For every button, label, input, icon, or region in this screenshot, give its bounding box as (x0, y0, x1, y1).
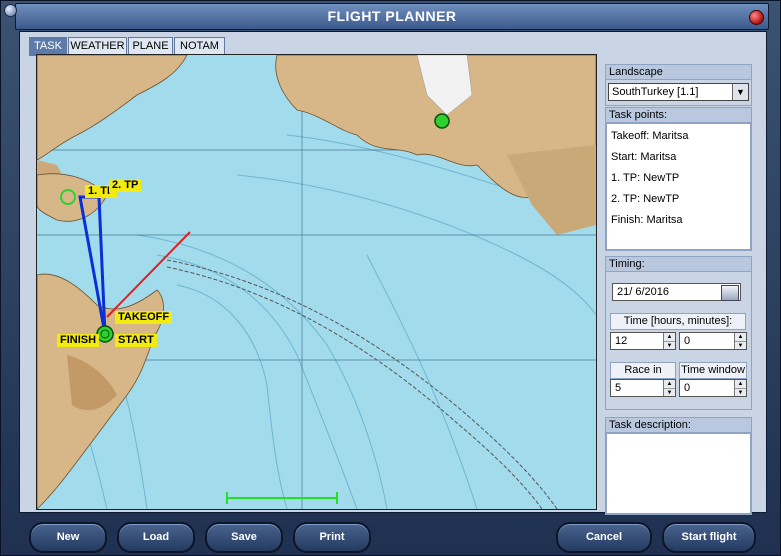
new-button[interactable]: New (29, 522, 107, 553)
calendar-dropdown-button[interactable] (721, 285, 739, 301)
spin-down-icon[interactable]: ▼ (735, 388, 746, 396)
minutes-spin-buttons[interactable]: ▲ ▼ (734, 333, 746, 349)
start-label: START (115, 334, 157, 347)
hours-spin-buttons[interactable]: ▲ ▼ (663, 333, 675, 349)
task-panel: TASK WEATHER PLANE NOTAM TAKEOFF FINISH … (19, 31, 767, 515)
landscape-group: Landscape SouthTurkey [1.1] ▼ (605, 64, 752, 106)
save-button[interactable]: Save (205, 522, 283, 553)
spin-up-icon[interactable]: ▲ (664, 380, 675, 388)
minutes-value: 0 (684, 335, 691, 347)
spin-down-icon[interactable]: ▼ (664, 341, 675, 349)
tp2-label: 2. TP (109, 179, 142, 192)
chevron-down-icon[interactable]: ▼ (732, 84, 748, 100)
list-item[interactable]: 1. TP: NewTP (611, 172, 679, 184)
finish-label: FINISH (57, 334, 100, 347)
task-points-header: Task points: (606, 108, 751, 123)
task-description-group: Task description: (605, 417, 752, 515)
race-in-label: Race in (610, 362, 676, 379)
landscape-select-value: SouthTurkey [1.1] (612, 86, 699, 98)
tab-weather[interactable]: WEATHER (68, 37, 127, 55)
landscape-select[interactable]: SouthTurkey [1.1] ▼ (608, 83, 749, 101)
race-in-stepper[interactable]: 5 ▲ ▼ (610, 379, 676, 397)
date-field[interactable]: 21/ 6/2016 (612, 283, 741, 301)
landscape-header-label: Landscape (609, 66, 663, 78)
title-bar[interactable]: FLIGHT PLANNER (15, 3, 769, 30)
task-description-textarea[interactable] (606, 433, 751, 514)
race-in-value: 5 (615, 382, 622, 394)
cancel-button[interactable]: Cancel (556, 522, 652, 553)
task-description-header: Task description: (606, 418, 751, 433)
time-window-label: Time window (679, 362, 747, 379)
task-description-header-label: Task description: (609, 419, 691, 431)
time-label: Time [hours, minutes]: (610, 313, 746, 330)
spin-up-icon[interactable]: ▲ (735, 333, 746, 341)
time-window-value: 0 (684, 382, 691, 394)
landscape-header: Landscape (606, 65, 751, 80)
tab-notam[interactable]: NOTAM (174, 37, 225, 55)
corner-rivet-icon (4, 4, 17, 17)
hours-stepper[interactable]: 12 ▲ ▼ (610, 332, 676, 350)
spin-up-icon[interactable]: ▲ (735, 380, 746, 388)
print-button[interactable]: Print (293, 522, 371, 553)
list-item[interactable]: Finish: Maritsa (611, 214, 683, 226)
list-item[interactable]: Start: Maritsa (611, 151, 676, 163)
timing-header-label: Timing: (609, 258, 645, 270)
spin-down-icon[interactable]: ▼ (664, 388, 675, 396)
window-title: FLIGHT PLANNER (327, 8, 457, 24)
task-points-list[interactable]: Takeoff: Maritsa Start: Maritsa 1. TP: N… (606, 123, 751, 250)
hours-value: 12 (615, 335, 628, 347)
map-canvas[interactable] (37, 55, 596, 509)
takeoff-label: TAKEOFF (115, 311, 173, 324)
start-flight-button[interactable]: Start flight (662, 522, 756, 553)
flight-planner-window: FLIGHT PLANNER TASK WEATHER PLANE NOTAM (0, 0, 781, 556)
time-window-spin-buttons[interactable]: ▲ ▼ (734, 380, 746, 396)
date-value: 21/ 6/2016 (617, 286, 669, 298)
list-item[interactable]: Takeoff: Maritsa (611, 130, 688, 142)
tab-plane[interactable]: PLANE (128, 37, 173, 55)
task-points-group: Task points: Takeoff: Maritsa Start: Mar… (605, 107, 752, 251)
load-button[interactable]: Load (117, 522, 195, 553)
time-window-stepper[interactable]: 0 ▲ ▼ (679, 379, 747, 397)
task-points-header-label: Task points: (609, 109, 668, 121)
spin-down-icon[interactable]: ▼ (735, 341, 746, 349)
close-icon[interactable] (749, 10, 764, 25)
race-in-spin-buttons[interactable]: ▲ ▼ (663, 380, 675, 396)
timing-header: Timing: (606, 257, 751, 272)
task-map[interactable]: TAKEOFF FINISH START 1. TP 2. TP (36, 54, 597, 510)
spin-up-icon[interactable]: ▲ (664, 333, 675, 341)
minutes-stepper[interactable]: 0 ▲ ▼ (679, 332, 747, 350)
timing-group: Timing: 21/ 6/2016 Time [hours, minutes]… (605, 256, 752, 410)
list-item[interactable]: 2. TP: NewTP (611, 193, 679, 205)
